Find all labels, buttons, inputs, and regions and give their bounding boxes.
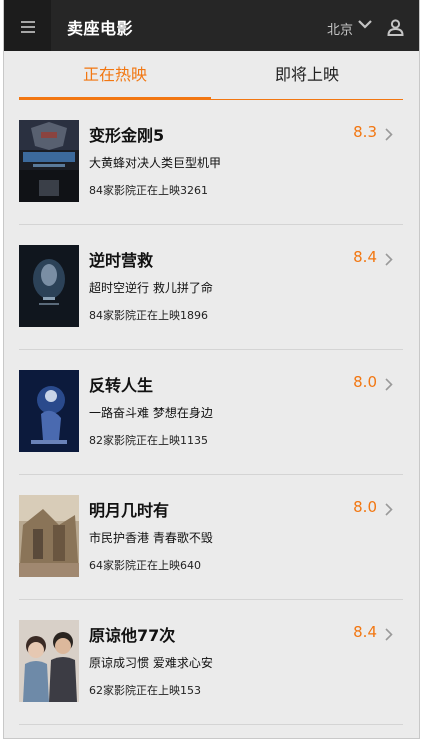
app-frame: 卖座电影 北京 正在热映 即将上映 变形金刚5 大黄蜂对决人类巨型机甲 84家影… bbox=[3, 0, 420, 739]
hamburger-icon bbox=[21, 21, 35, 23]
top-bar: 卖座电影 北京 bbox=[4, 0, 419, 51]
cinema-count: 84家影院正在上映3261 bbox=[89, 184, 208, 197]
movie-title: 反转人生 bbox=[89, 376, 154, 395]
movie-description: 大黄蜂对决人类巨型机甲 bbox=[89, 156, 222, 170]
movie-score: 8.0 bbox=[353, 498, 377, 516]
movie-poster bbox=[19, 495, 79, 577]
movie-description: 一路奋斗难 梦想在身边 bbox=[89, 406, 213, 420]
chevron-right-icon bbox=[385, 128, 393, 141]
chevron-right-icon bbox=[385, 253, 393, 266]
movie-score: 8.4 bbox=[353, 248, 377, 266]
menu-button[interactable] bbox=[4, 0, 51, 51]
chevron-down-icon[interactable] bbox=[358, 20, 372, 29]
movie-item[interactable]: 逆时营救 超时空逆行 救儿拼了命 84家影院正在上映1896 8.4 bbox=[19, 225, 403, 350]
movie-poster bbox=[19, 370, 79, 452]
movie-poster bbox=[19, 120, 79, 202]
chevron-right-icon bbox=[385, 628, 393, 641]
movie-item[interactable]: 变形金刚5 大黄蜂对决人类巨型机甲 84家影院正在上映3261 8.3 bbox=[19, 100, 403, 225]
movie-score: 8.0 bbox=[353, 373, 377, 391]
cinema-count: 62家影院正在上映153 bbox=[89, 684, 201, 697]
chevron-right-icon bbox=[385, 378, 393, 391]
cinema-count: 84家影院正在上映1896 bbox=[89, 309, 208, 322]
movie-poster bbox=[19, 245, 79, 327]
cinema-count: 64家影院正在上映640 bbox=[89, 559, 201, 572]
cinema-count: 82家影院正在上映1135 bbox=[89, 434, 208, 447]
movie-description: 超时空逆行 救儿拼了命 bbox=[89, 281, 213, 295]
movie-description: 原谅成习惯 爱难求心安 bbox=[89, 656, 213, 670]
movie-item[interactable]: 原谅他77次 原谅成习惯 爱难求心安 62家影院正在上映153 8.4 bbox=[19, 600, 403, 725]
tab-coming-soon[interactable]: 即将上映 bbox=[211, 51, 403, 100]
movie-item[interactable]: 明月几时有 市民护香港 青春歌不毁 64家影院正在上映640 8.0 bbox=[19, 475, 403, 600]
movie-poster bbox=[19, 620, 79, 702]
movie-title: 变形金刚5 bbox=[89, 126, 165, 145]
chevron-right-icon bbox=[385, 503, 393, 516]
movie-list: 变形金刚5 大黄蜂对决人类巨型机甲 84家影院正在上映3261 8.3 逆时营救… bbox=[19, 100, 403, 725]
movie-description: 市民护香港 青春歌不毁 bbox=[89, 531, 213, 545]
movie-score: 8.4 bbox=[353, 623, 377, 641]
movie-item[interactable]: 反转人生 一路奋斗难 梦想在身边 82家影院正在上映1135 8.0 bbox=[19, 350, 403, 475]
user-icon[interactable] bbox=[387, 19, 404, 36]
tab-bar: 正在热映 即将上映 bbox=[4, 51, 419, 100]
movie-score: 8.3 bbox=[353, 123, 377, 141]
app-title: 卖座电影 bbox=[67, 19, 134, 38]
movie-title: 逆时营救 bbox=[89, 251, 154, 270]
city-selector[interactable]: 北京 bbox=[327, 19, 353, 38]
movie-title: 明月几时有 bbox=[89, 501, 170, 520]
tab-now-playing[interactable]: 正在热映 bbox=[19, 51, 211, 100]
movie-title: 原谅他77次 bbox=[89, 626, 176, 645]
